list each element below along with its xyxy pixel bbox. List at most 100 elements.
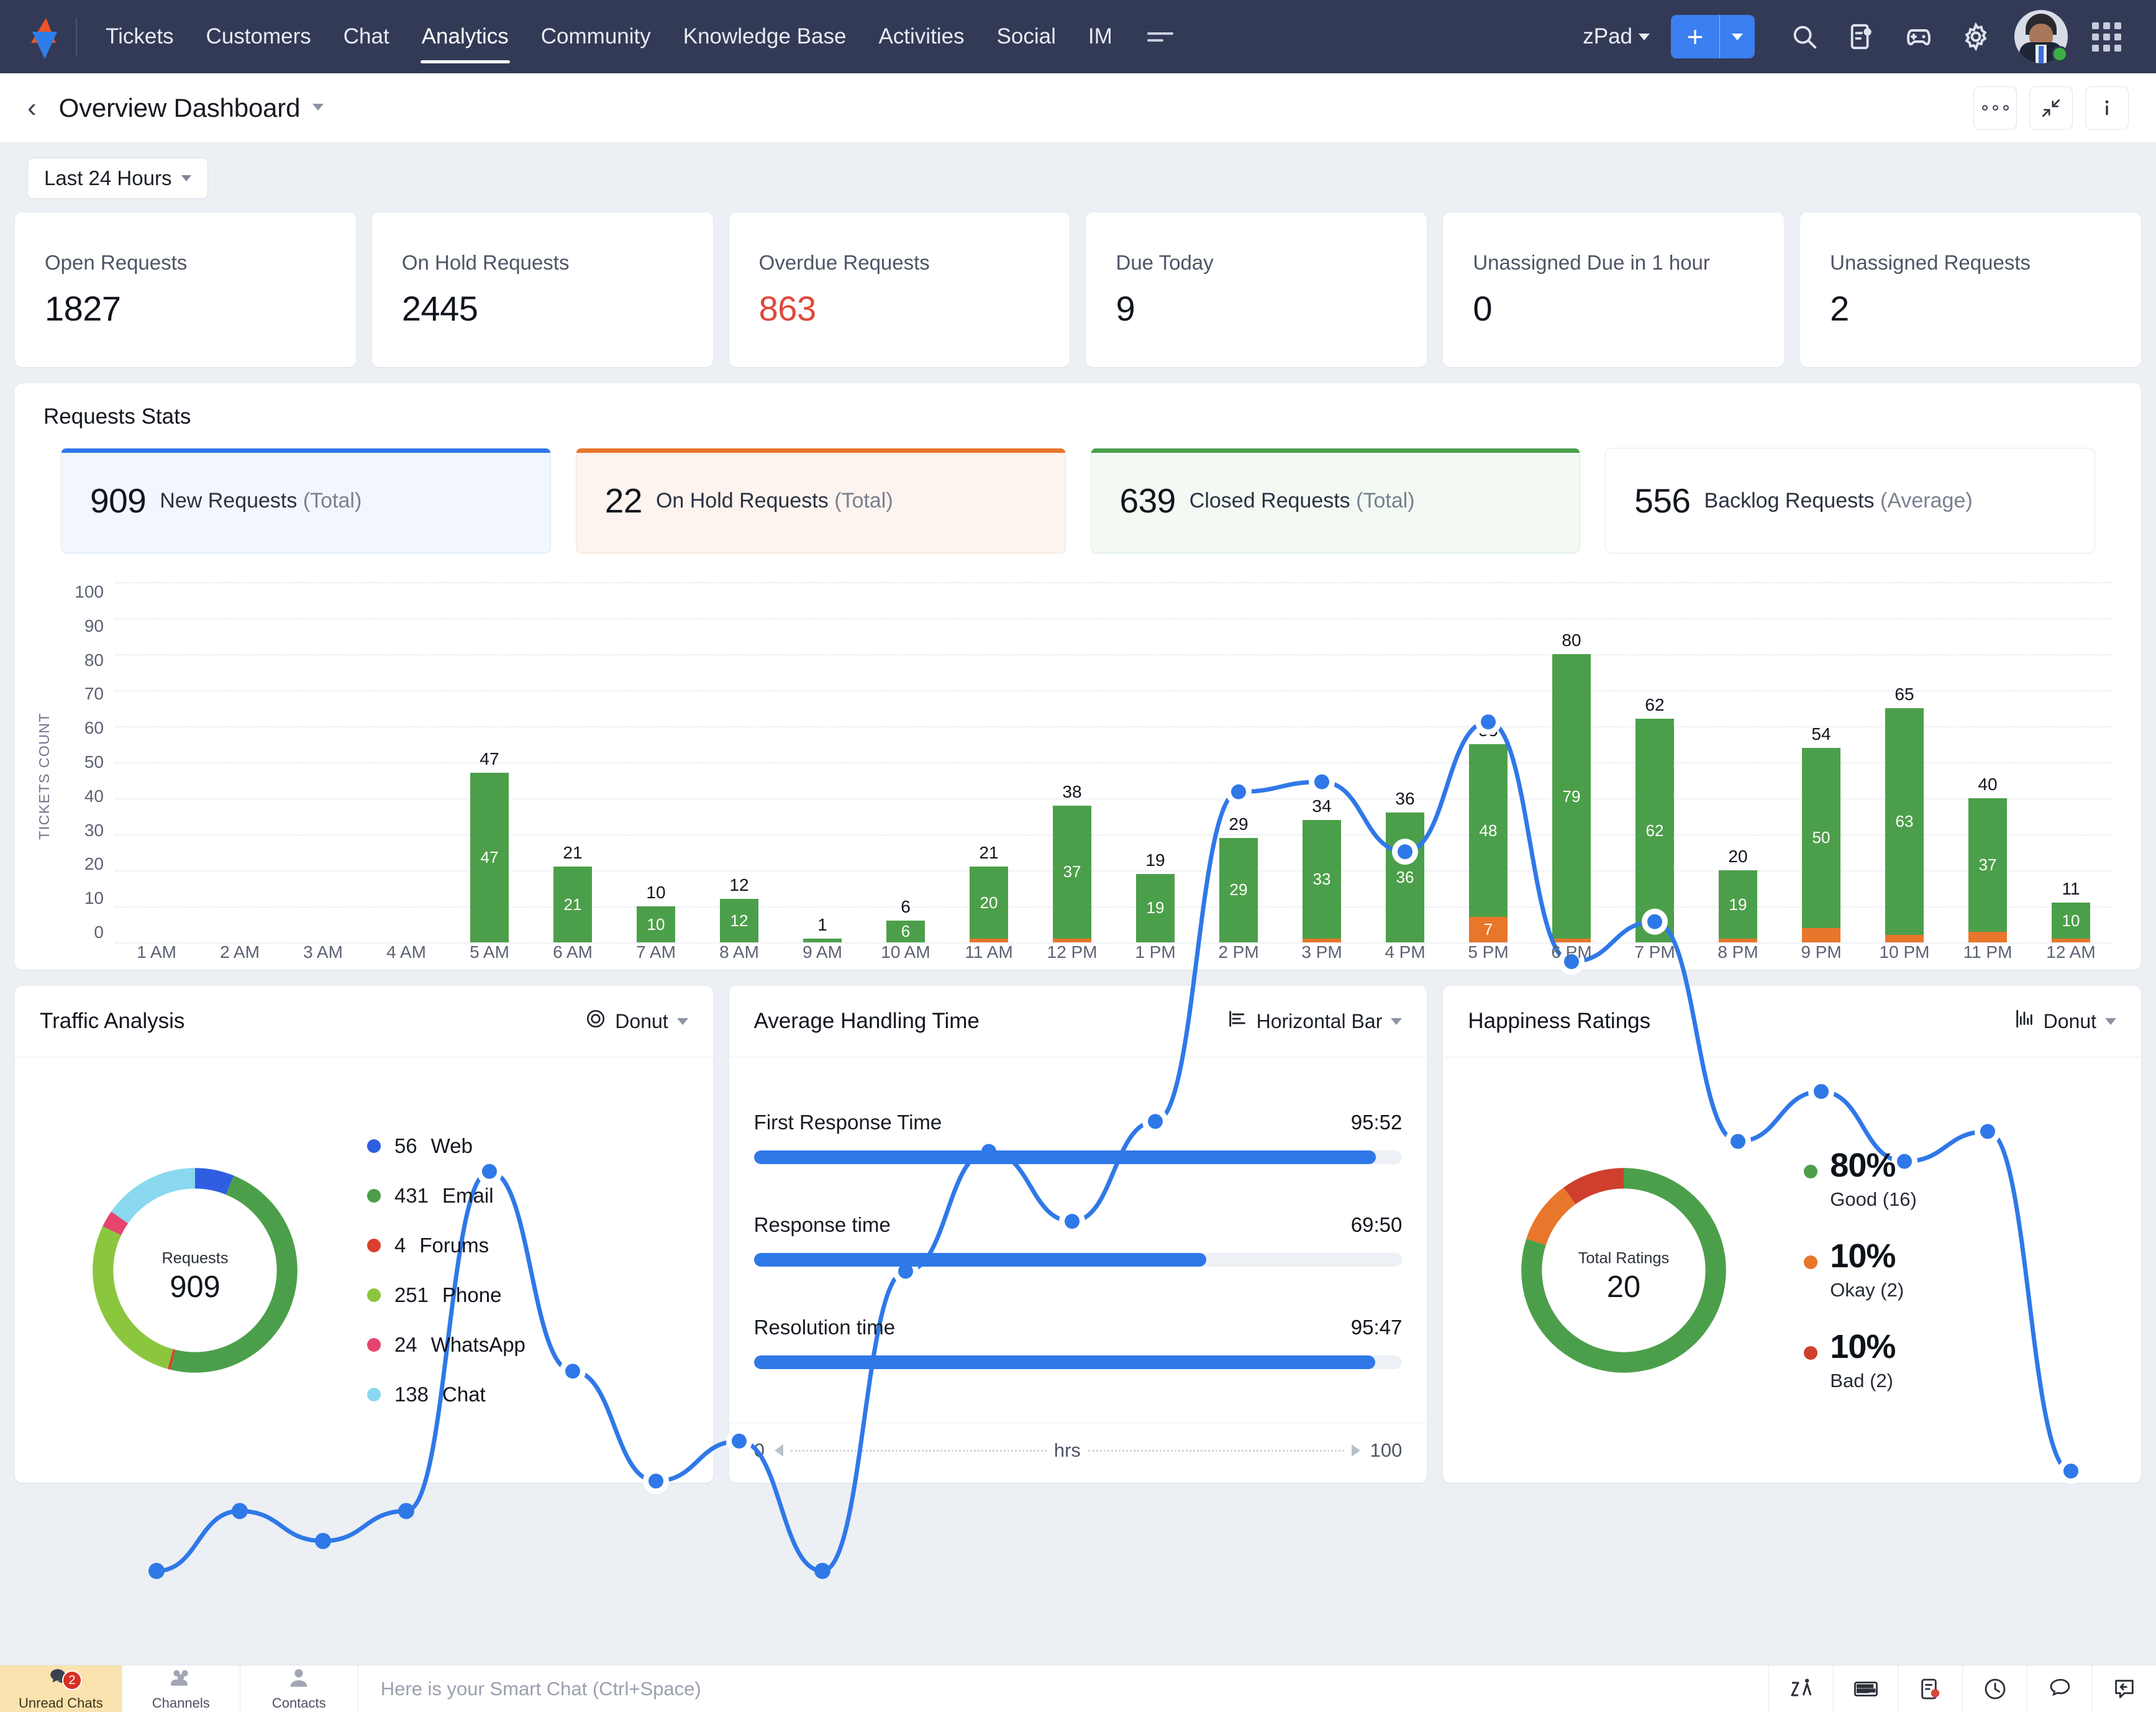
happiness-ratings-panel: Happiness Ratings Donut Total Ratings 20 … <box>1443 986 2142 1483</box>
notes-icon[interactable] <box>1898 1665 1962 1712</box>
taskbar: 2 Unread Chats Channels Contacts Here is yo… <box>0 1665 2156 1712</box>
smart-chat-input[interactable]: Here is your Smart Chat (Ctrl+Space) <box>358 1665 1768 1712</box>
legend-color-dot <box>366 1238 381 1252</box>
x-tick: 10 AM <box>881 942 930 962</box>
kpi-card[interactable]: Open Requests 1827 <box>15 212 356 367</box>
x-tick: 12 PM <box>1047 942 1098 962</box>
back-icon[interactable]: ‹ <box>27 94 37 122</box>
svg-text:20: 20 <box>1607 1270 1640 1303</box>
apps-grid-icon[interactable] <box>2078 8 2135 65</box>
aht-progress-track <box>753 1150 1403 1164</box>
top-navigation-bar: Tickets Customers Chat Analytics Community Kn… <box>0 0 2156 73</box>
gear-icon[interactable] <box>1947 8 2004 65</box>
legend-item[interactable]: 431 Email <box>366 1184 688 1208</box>
stat-card[interactable]: 909 New Requests (Total) <box>61 448 551 553</box>
happiness-legend-item[interactable]: 10% Okay (2) <box>1804 1239 2116 1301</box>
plus-icon: + <box>1686 20 1704 53</box>
chevron-down-icon <box>181 175 192 181</box>
stat-card[interactable]: 22 On Hold Requests (Total) <box>575 448 1066 553</box>
legend-color-dot <box>1804 1345 1818 1360</box>
aht-row[interactable]: Resolution time 95:47 <box>753 1316 1403 1370</box>
chevron-down-icon <box>1732 33 1743 40</box>
legend-color-dot <box>366 1139 381 1153</box>
taskbar-item-unread-chats[interactable]: 2 Unread Chats <box>0 1665 122 1712</box>
happiness-legend-item[interactable]: 80% Good (16) <box>1804 1149 2116 1211</box>
taskbar-item-channels[interactable]: Channels <box>122 1665 240 1712</box>
nav-overflow-icon[interactable] <box>1147 32 1173 42</box>
bottom-panels-row: Traffic Analysis Donut Requests 909 56 Web… <box>0 986 2156 1494</box>
nav-item-activities[interactable]: Activities <box>862 0 980 73</box>
stat-card[interactable]: 639 Closed Requests (Total) <box>1090 448 1581 553</box>
svg-text:Total Ratings: Total Ratings <box>1578 1249 1670 1267</box>
traffic-donut-chart: Requests 909 <box>40 1080 351 1460</box>
chat-icon[interactable] <box>2027 1665 2091 1712</box>
nav-item-analytics[interactable]: Analytics <box>406 0 525 73</box>
legend-item[interactable]: 56 Web <box>366 1134 688 1158</box>
nav-item-community[interactable]: Community <box>525 0 667 73</box>
happiness-legend-item[interactable]: 10% Bad (2) <box>1804 1330 2116 1392</box>
app-logo[interactable] <box>16 13 63 60</box>
kpi-card[interactable]: On Hold Requests 2445 <box>371 212 713 367</box>
collapse-button[interactable] <box>2029 86 2073 130</box>
more-options-button[interactable] <box>1973 86 2017 130</box>
search-icon[interactable] <box>1776 8 1833 65</box>
aht-progress-fill <box>753 1355 1375 1370</box>
kpi-card[interactable]: Due Today 9 <box>1086 212 1427 367</box>
aht-row-value: 95:47 <box>1350 1316 1403 1339</box>
keyboard-icon[interactable] <box>1833 1665 1898 1712</box>
aht-row-label: Response time <box>753 1213 891 1236</box>
kpi-card[interactable]: Unassigned Requests 2 <box>1800 212 2141 367</box>
nav-item-chat[interactable]: Chat <box>327 0 406 73</box>
dashboard-selector-chevron-down-icon[interactable] <box>312 102 324 114</box>
clock-icon[interactable] <box>1962 1665 2027 1712</box>
x-tick: 6 PM <box>1551 942 1592 962</box>
y-tick: 90 <box>84 616 104 635</box>
taskbar-item-contacts[interactable]: Contacts <box>240 1665 358 1712</box>
legend-item[interactable]: 4 Forums <box>366 1234 688 1257</box>
gamification-icon[interactable] <box>1890 8 1947 65</box>
time-range-filter[interactable]: Last 24 Hours <box>27 158 209 199</box>
legend-item[interactable]: 24 WhatsApp <box>366 1333 688 1357</box>
nav-item-knowledge-base[interactable]: Knowledge Base <box>667 0 863 73</box>
happiness-legend: 80% Good (16) 10% Okay (2) 10% Bad (2) <box>1779 1080 2116 1460</box>
aht-row[interactable]: Response time 69:50 <box>753 1213 1403 1267</box>
add-dropdown-toggle[interactable] <box>1720 15 1755 58</box>
legend-color-dot <box>1804 1164 1818 1178</box>
avatar[interactable] <box>2014 10 2068 63</box>
legend-item[interactable]: 251 Phone <box>366 1283 688 1307</box>
legend-item[interactable]: 138 Chat <box>366 1383 688 1406</box>
x-tick: 2 PM <box>1218 942 1259 962</box>
kpi-card[interactable]: Overdue Requests 863 <box>729 212 1070 367</box>
chart-plot-area: 47 47 21 21 10 10 12 12 1 6 6 20 21 37 38 19 19 29 29 33 34 3… <box>115 582 2113 1579</box>
stat-card[interactable]: 556 Backlog Requests (Average) <box>1605 448 2095 553</box>
aht-row[interactable]: First Response Time 95:52 <box>753 1111 1403 1164</box>
kpi-value: 863 <box>758 289 816 328</box>
info-button[interactable] <box>2085 86 2129 130</box>
org-switcher[interactable]: zPad <box>1583 24 1650 49</box>
zia-icon[interactable] <box>1768 1665 1833 1712</box>
traffic-legend: 56 Web 431 Email 4 Forums 251 Phone 24 WhatsApp 13… <box>351 1080 688 1460</box>
kpi-value: 9 <box>1116 289 1135 328</box>
nav-right-cluster: zPad + <box>1583 8 2140 65</box>
legend-color-dot <box>366 1288 381 1302</box>
x-tick: 8 PM <box>1717 942 1758 962</box>
stat-card-value: 909 <box>90 481 147 520</box>
y-axis-label: TICKETS COUNT <box>36 712 52 840</box>
stat-card-label: Backlog Requests (Average) <box>1704 488 1973 512</box>
org-switcher-label: zPad <box>1583 24 1632 48</box>
add-button[interactable]: + <box>1671 15 1755 58</box>
nav-item-tickets[interactable]: Tickets <box>89 0 190 73</box>
taskbar-right-icons <box>1768 1665 2156 1712</box>
kpi-card[interactable]: Unassigned Due in 1 hour 0 <box>1443 212 1785 367</box>
nav-item-customers[interactable]: Customers <box>190 0 327 73</box>
dashboard-header-actions <box>1973 86 2129 130</box>
y-tick: 30 <box>84 820 104 840</box>
contact-icon <box>286 1666 311 1694</box>
unread-badge: 2 <box>61 1670 82 1690</box>
nav-item-social[interactable]: Social <box>981 0 1072 73</box>
x-tick: 1 PM <box>1135 942 1176 962</box>
reply-icon[interactable] <box>2091 1665 2156 1712</box>
nav-item-im[interactable]: IM <box>1072 0 1129 73</box>
x-tick: 3 AM <box>303 942 343 962</box>
notes-icon[interactable] <box>1833 8 1890 65</box>
